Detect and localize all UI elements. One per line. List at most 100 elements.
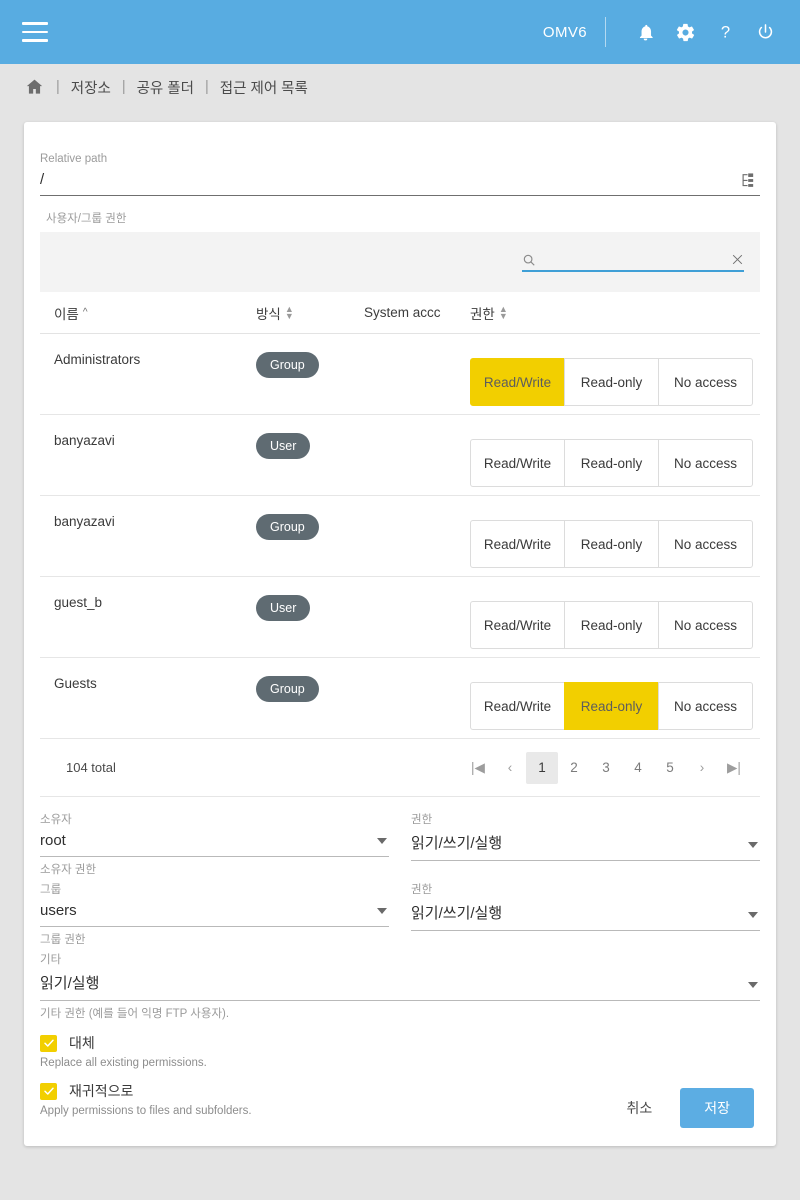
row-type: User [256,415,364,459]
recursive-label: 재귀적으로 [69,1083,134,1099]
row-type: Group [256,658,364,702]
row-system-account [364,415,470,433]
row-name: Administrators [54,352,141,367]
group-row: 그룹 users 그룹 권한 권한 읽기/쓰기/실행 [40,877,760,947]
notifications-icon[interactable] [628,15,662,49]
row-name: Guests [54,676,97,691]
user-group-perms-label: 사용자/그룹 권한 [46,213,127,225]
permission-read-only-button[interactable]: Read-only [564,601,659,649]
permission-read-write-button[interactable]: Read/Write [470,358,565,406]
permission-read-write-button[interactable]: Read/Write [470,682,565,730]
owner-permission-underline [411,860,760,861]
page-button-4[interactable]: 4 [622,752,654,784]
recursive-checkbox[interactable] [40,1082,57,1100]
type-chip: Group [256,352,319,378]
acl-table: 이름 ^ 방식 ▲ ▼ System accc 권한 ▲ ▼ Administrat… [40,292,760,797]
power-icon[interactable] [748,15,782,49]
permission-read-write-button[interactable]: Read/Write [470,439,565,487]
help-icon[interactable]: ? [708,15,742,49]
page-button-1[interactable]: 1 [526,751,558,784]
permission-toggle-group: Read/Write Read-only No access [470,415,753,487]
table-header-row: 이름 ^ 방식 ▲ ▼ System accc 권한 ▲ ▼ [40,292,760,334]
chevron-down-icon[interactable] [748,912,758,918]
permission-toggle-group: Read/Write Read-only No access [470,577,753,649]
relative-path-value[interactable]: / [40,166,734,195]
permission-read-write-button[interactable]: Read/Write [470,520,565,568]
breadcrumb: | 저장소 | 공유 폴더 | 접근 제어 목록 [0,64,800,110]
permission-read-only-button[interactable]: Read-only [564,358,659,406]
row-type: Group [256,334,364,378]
permission-read-only-button[interactable]: Read-only [564,520,659,568]
row-name: banyazavi [54,433,115,448]
group-label: 그룹 [40,884,62,896]
breadcrumb-separator-2: | [121,79,126,95]
permission-no-access-button[interactable]: No access [658,520,753,568]
breadcrumb-item-0[interactable]: 저장소 [71,77,111,98]
chevron-down-icon[interactable] [377,908,387,914]
folder-tree-icon[interactable] [734,167,760,193]
cancel-button[interactable]: 취소 [612,1090,666,1126]
next-page-button[interactable]: › [686,752,718,784]
breadcrumb-item-1[interactable]: 공유 폴더 [137,77,194,98]
replace-checkbox[interactable] [40,1034,57,1052]
close-icon[interactable] [731,253,744,266]
group-value[interactable]: users [40,897,369,926]
other-field: 기타 읽기/실행 기타 권한 (예를 들어 익명 FTP 사용자). [40,947,760,1021]
prev-page-button[interactable]: ‹ [494,752,526,784]
permission-no-access-button[interactable]: No access [658,439,753,487]
hamburger-icon[interactable] [22,22,48,42]
total-count-label: 104 total [66,760,116,775]
search-field [522,252,744,272]
relative-path-underline [40,195,760,196]
last-page-button[interactable]: ▶| [718,752,750,784]
permission-read-only-button[interactable]: Read-only [564,439,659,487]
column-header-system-account[interactable]: System accc [364,305,470,320]
column-header-type[interactable]: 방식 ▲ ▼ [256,303,364,323]
home-icon[interactable] [24,77,45,97]
page-button-5[interactable]: 5 [654,752,686,784]
permission-read-only-button[interactable]: Read-only [564,682,659,730]
svg-text:?: ? [720,23,729,42]
permission-read-write-button[interactable]: Read/Write [470,601,565,649]
row-system-account [364,496,470,514]
row-system-account [364,577,470,595]
column-header-permission-label: 권한 [470,306,495,322]
form-actions: 취소 저장 [612,1088,754,1128]
other-hint: 기타 권한 (예를 들어 익명 FTP 사용자). [40,1008,230,1020]
column-header-name-label: 이름 [54,306,79,322]
group-permission-field: 권한 읽기/쓰기/실행 [411,877,760,947]
owner-label: 소유자 [40,814,72,826]
relative-path-label: Relative path [40,153,108,165]
column-header-permission[interactable]: 권한 ▲ ▼ [470,303,590,323]
type-chip: Group [256,514,319,540]
permission-toggle-group: Read/Write Read-only No access [470,496,753,568]
owner-permission-value[interactable]: 읽기/쓰기/실행 [411,827,740,860]
page-button-3[interactable]: 3 [590,752,622,784]
owner-value[interactable]: root [40,827,369,856]
permission-no-access-button[interactable]: No access [658,601,753,649]
column-header-name[interactable]: 이름 ^ [54,303,256,323]
group-hint: 그룹 권한 [40,934,86,946]
group-permission-underline [411,930,760,931]
breadcrumb-separator-1: | [56,79,60,95]
owner-row: 소유자 root 소유자 권한 권한 읽기/쓰기/실행 [40,797,760,877]
table-toolbar [40,232,760,292]
search-input[interactable] [542,252,725,268]
table-row: Guests Group Read/Write Read-only No acc… [40,658,760,739]
chevron-down-icon[interactable] [377,838,387,844]
settings-icon[interactable] [668,15,702,49]
permission-no-access-button[interactable]: No access [658,682,753,730]
group-permission-value[interactable]: 읽기/쓰기/실행 [411,897,740,930]
app-bar: OMV6 ? [0,0,800,64]
chevron-down-icon[interactable] [748,842,758,848]
first-page-button[interactable]: |◀ [462,752,494,784]
page-button-2[interactable]: 2 [558,752,590,784]
appbar-divider [605,17,606,47]
chevron-down-icon[interactable] [748,982,758,988]
table-row: guest_b User Read/Write Read-only No acc… [40,577,760,658]
save-button[interactable]: 저장 [680,1088,754,1128]
other-value[interactable]: 읽기/실행 [40,967,740,1000]
paginator: 104 total |◀ ‹ 1 2 3 4 5 › ▶| [40,739,760,797]
permission-no-access-button[interactable]: No access [658,358,753,406]
row-type: User [256,577,364,621]
